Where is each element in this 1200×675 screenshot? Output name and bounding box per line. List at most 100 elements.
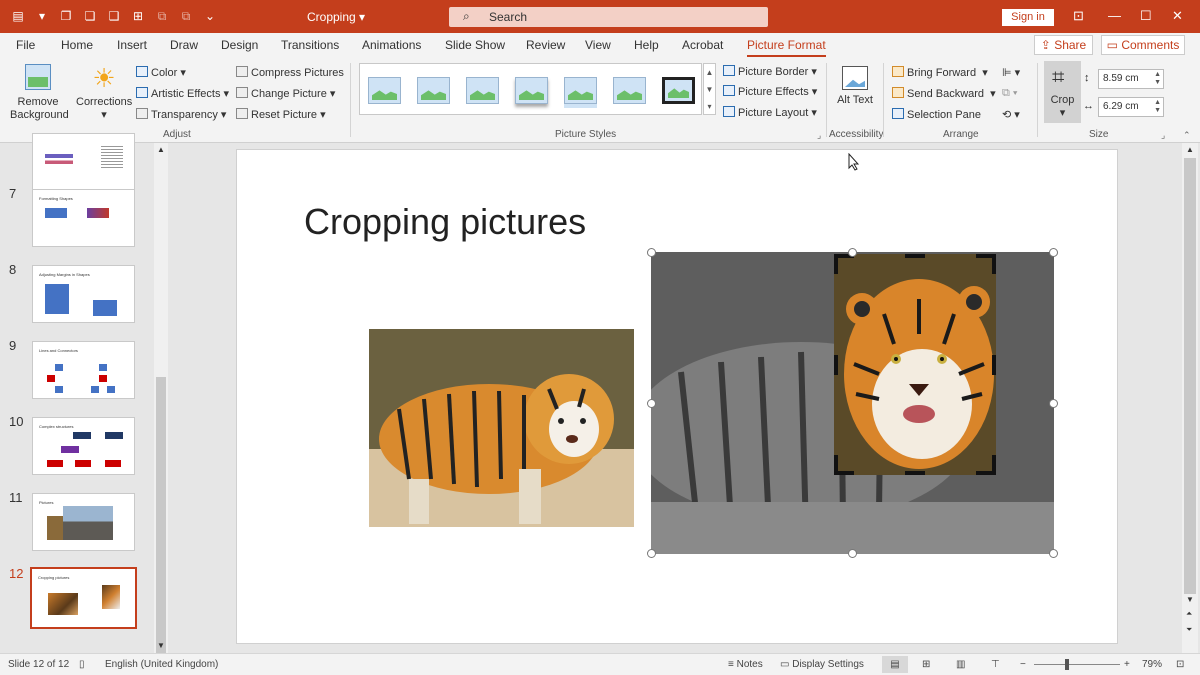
group-icon[interactable]: ❐: [58, 8, 74, 24]
slide-show-icon[interactable]: ⊤: [991, 659, 1000, 670]
collapse-ribbon-icon[interactable]: ⌃: [1183, 130, 1191, 141]
layout-icon[interactable]: ▤: [10, 8, 26, 24]
crop-handle-bottom[interactable]: [905, 471, 925, 475]
close-icon[interactable]: ✕: [1172, 8, 1183, 24]
gallery-scroll[interactable]: ▲ ▼ ▾: [703, 63, 716, 115]
slide-thumbnail-9[interactable]: Lines and Connectors: [32, 341, 135, 399]
picture-style-7[interactable]: [662, 77, 695, 104]
crop-handle-top[interactable]: [905, 254, 925, 258]
resize-handle-right[interactable]: [1049, 399, 1058, 408]
scroll-thumb[interactable]: [1184, 158, 1196, 594]
picture-style-6[interactable]: [613, 77, 646, 104]
share-button[interactable]: ⇪ Share: [1034, 35, 1093, 55]
picture-layout-button[interactable]: Picture Layout ▾: [723, 106, 817, 119]
zoom-level[interactable]: 79%: [1142, 659, 1162, 670]
corrections-button[interactable]: ☀ Corrections ▾: [76, 64, 132, 122]
tab-design[interactable]: Design: [221, 38, 258, 52]
previous-slide-icon[interactable]: ⏶: [1186, 609, 1192, 619]
selection-pane-button[interactable]: Selection Pane: [892, 108, 981, 121]
search-input[interactable]: ⌕ Search: [449, 7, 768, 27]
document-title[interactable]: Cropping ▾: [307, 10, 365, 24]
fit-to-window-icon[interactable]: ⊡: [1176, 659, 1184, 670]
align-button[interactable]: ⊫ ▾: [1002, 66, 1020, 79]
slide-thumbnail-10[interactable]: Complex structures: [32, 417, 135, 475]
align-icon[interactable]: ⊞: [130, 8, 146, 24]
slide-thumbnail-11[interactable]: Pictures: [32, 493, 135, 551]
tab-transitions[interactable]: Transitions: [281, 38, 339, 52]
tiger-picture[interactable]: [369, 329, 634, 527]
comments-button[interactable]: ▭ Comments: [1101, 35, 1185, 55]
zoom-slider-thumb[interactable]: [1065, 659, 1069, 670]
crop-region-picture[interactable]: [834, 254, 996, 475]
change-picture-button[interactable]: Change Picture ▾: [236, 87, 335, 100]
resize-handle-left[interactable]: [647, 399, 656, 408]
slide-title[interactable]: Cropping pictures: [304, 201, 586, 243]
slide-thumbnail-12[interactable]: Cropping pictures: [27, 564, 140, 632]
size-dialog-launcher-icon[interactable]: ⌟: [1161, 130, 1165, 141]
picture-styles-gallery[interactable]: [359, 63, 702, 115]
tab-home[interactable]: Home: [61, 38, 93, 52]
slide-thumbnail-8[interactable]: Adjusting Margins in Shapes: [32, 265, 135, 323]
artistic-effects-button[interactable]: Artistic Effects ▾: [136, 87, 229, 100]
regroup-icon[interactable]: ⧉: [178, 8, 194, 24]
normal-view-icon[interactable]: ▤: [882, 656, 908, 673]
tab-help[interactable]: Help: [634, 38, 659, 52]
send-backward-button[interactable]: Send Backward ▾: [892, 87, 996, 100]
crop-handle-bottom-left-vertical[interactable]: [834, 455, 838, 475]
picture-style-5[interactable]: [564, 77, 597, 104]
reset-picture-button[interactable]: Reset Picture ▾: [236, 108, 326, 121]
slide-thumbnail-6[interactable]: [32, 133, 135, 191]
display-settings-button[interactable]: ▭ Display Settings: [780, 659, 864, 670]
send-back-icon[interactable]: ❑: [106, 8, 122, 24]
sign-in-button[interactable]: Sign in: [1002, 9, 1054, 26]
spellcheck-icon[interactable]: ▯: [79, 659, 85, 670]
ungroup-icon[interactable]: ⧉: [154, 8, 170, 24]
remove-background-button[interactable]: Remove Background: [10, 64, 69, 122]
picture-border-button[interactable]: Picture Border ▾: [723, 65, 817, 78]
ribbon-display-icon[interactable]: ⊡: [1073, 8, 1084, 24]
resize-handle-bottom-left[interactable]: [647, 549, 656, 558]
slide-sorter-icon[interactable]: ⊞: [922, 659, 930, 670]
compress-pictures-button[interactable]: Compress Pictures: [236, 66, 344, 79]
minimize-icon[interactable]: —: [1108, 8, 1121, 23]
crop-handle-left[interactable]: [834, 355, 838, 375]
notes-button[interactable]: ≡ Notes: [728, 659, 763, 670]
scroll-thumb[interactable]: [156, 377, 166, 661]
bring-forward-button[interactable]: Bring Forward ▾: [892, 66, 988, 79]
crop-handle-top-right-vertical[interactable]: [992, 254, 996, 274]
tab-insert[interactable]: Insert: [117, 38, 147, 52]
zoom-in-button[interactable]: +: [1124, 659, 1130, 670]
language-indicator[interactable]: English (United Kingdom): [105, 659, 218, 670]
tab-draw[interactable]: Draw: [170, 38, 198, 52]
tab-view[interactable]: View: [585, 38, 611, 52]
tab-review[interactable]: Review: [526, 38, 565, 52]
resize-handle-top[interactable]: [848, 248, 857, 257]
qat-dropdown-icon[interactable]: ▾: [34, 8, 50, 24]
tab-animations[interactable]: Animations: [362, 38, 421, 52]
crop-handle-right[interactable]: [992, 355, 996, 375]
thumbnail-scrollbar[interactable]: ▲ ▼: [154, 143, 168, 661]
width-field[interactable]: 6.29 cm ▲ ▼: [1098, 97, 1164, 117]
transparency-button[interactable]: Transparency ▾: [136, 108, 226, 121]
resize-handle-bottom-right[interactable]: [1049, 549, 1058, 558]
zoom-out-button[interactable]: −: [1020, 659, 1026, 670]
crop-handle-bottom-right-vertical[interactable]: [992, 455, 996, 475]
next-slide-icon[interactable]: ⏷: [1186, 625, 1192, 635]
tab-picture-format[interactable]: Picture Format: [747, 38, 826, 57]
tab-slide-show[interactable]: Slide Show: [445, 38, 505, 52]
crop-button[interactable]: ⌗ Crop ▾: [1044, 61, 1081, 123]
crop-handle-top-left-vertical[interactable]: [834, 254, 838, 274]
resize-handle-top-left[interactable]: [647, 248, 656, 257]
customize-qat-icon[interactable]: ⌄: [202, 8, 218, 24]
picture-style-3[interactable]: [466, 77, 499, 104]
picture-style-4[interactable]: [515, 77, 548, 104]
resize-handle-bottom[interactable]: [848, 549, 857, 558]
resize-handle-top-right[interactable]: [1049, 248, 1058, 257]
reading-view-icon[interactable]: ▥: [956, 659, 965, 670]
bring-front-icon[interactable]: ❏: [82, 8, 98, 24]
group-button[interactable]: ⧉ ▾: [1002, 87, 1018, 100]
tab-file[interactable]: File: [16, 38, 35, 52]
picture-style-1[interactable]: [368, 77, 401, 104]
color-button[interactable]: Color ▾: [136, 66, 186, 79]
alt-text-button[interactable]: Alt Text: [836, 66, 874, 107]
